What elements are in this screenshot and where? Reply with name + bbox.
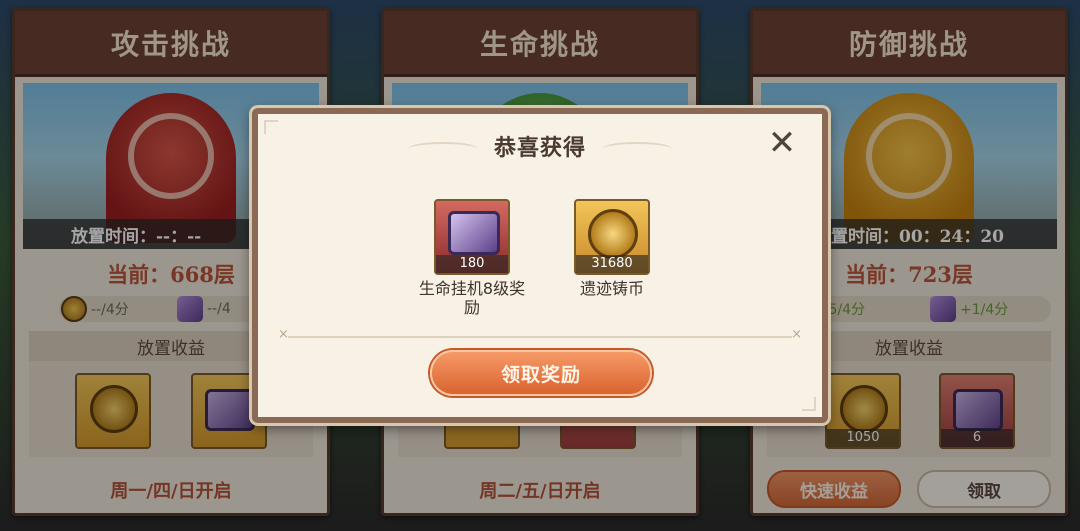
- reward-icon-frame: 180: [434, 199, 510, 275]
- reward-qty: 31680: [576, 255, 648, 273]
- dialog-title: 恭喜获得: [493, 135, 586, 161]
- reward-name: 遗迹铸币: [579, 279, 644, 298]
- reward-icon-frame: 31680: [574, 199, 650, 275]
- close-icon: ✕: [767, 123, 797, 163]
- reward-item[interactable]: 31680 遗迹铸币: [552, 199, 672, 298]
- claim-reward-button[interactable]: 领取奖励: [430, 350, 652, 396]
- reward-item[interactable]: 180 生命挂机8级奖励: [412, 199, 532, 317]
- reward-name: 生命挂机8级奖励: [418, 279, 526, 317]
- chest-icon: [448, 211, 500, 255]
- corner-ornament: [802, 397, 816, 411]
- close-button[interactable]: ✕: [766, 126, 798, 160]
- reward-qty: 180: [436, 255, 508, 273]
- divider: [278, 327, 802, 342]
- coin-icon: [588, 209, 638, 259]
- reward-dialog: 恭喜获得 ✕ 180 生命挂机8级奖励 31680 遗迹铸币 领取奖励: [249, 105, 831, 426]
